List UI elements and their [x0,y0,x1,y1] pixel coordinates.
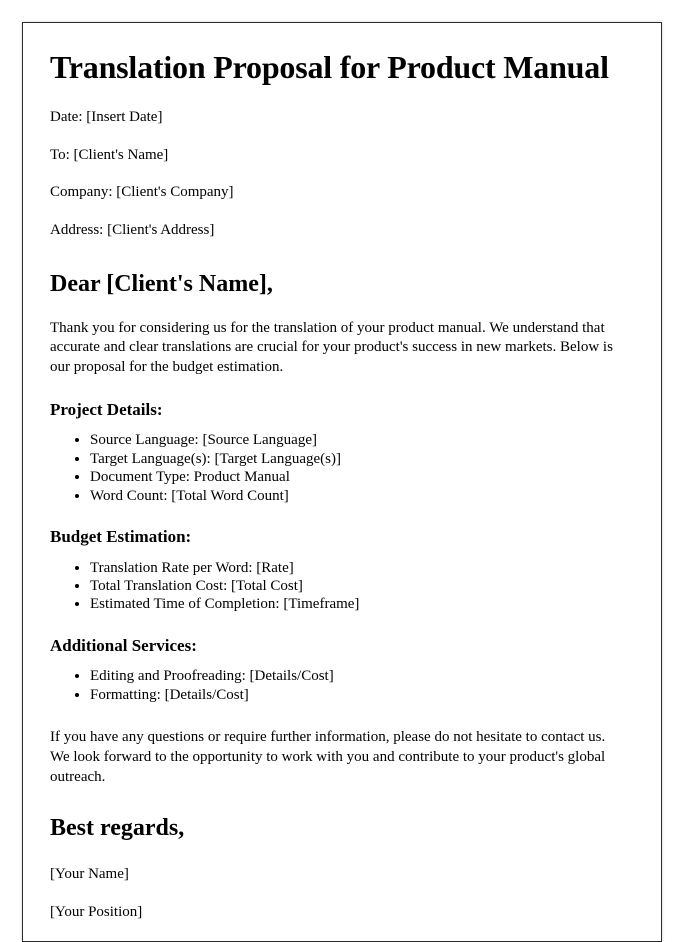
list-item: Total Translation Cost: [Total Cost] [90,577,619,595]
list-item: Target Language(s): [Target Language(s)] [90,450,619,468]
list-item: Source Language: [Source Language] [90,431,619,449]
list-item: Editing and Proofreading: [Details/Cost] [90,667,619,685]
section-heading-project-details: Project Details: [50,399,163,419]
signoff-heading: Best regards, [50,815,185,842]
section-heading-budget-estimation: Budget Estimation: [50,527,192,547]
intro-paragraph: Thank you for considering us for the tra… [50,319,613,376]
list-item: Translation Rate per Word: [Rate] [90,559,619,577]
project-details-list: Source Language: [Source Language] Targe… [50,431,619,505]
document-page: Translation Proposal for Product Manual … [22,22,662,942]
meta-date: Date: [Insert Date] [50,108,163,125]
section-heading-additional-services: Additional Services: [50,635,197,655]
list-item: Formatting: [Details/Cost] [90,686,619,704]
meta-company: Company: [Client's Company] [50,184,234,201]
closing-paragraph: If you have any questions or require fur… [50,729,606,785]
signature-name: [Your Name] [50,866,129,883]
signature-position: [Your Position] [50,904,143,921]
document-body: Translation Proposal for Product Manual … [23,23,661,941]
list-item: Document Type: Product Manual [90,468,619,486]
list-item: Estimated Time of Completion: [Timeframe… [90,595,619,613]
additional-services-list: Editing and Proofreading: [Details/Cost]… [50,667,619,704]
list-item: Word Count: [Total Word Count] [90,487,619,505]
budget-estimation-list: Translation Rate per Word: [Rate] Total … [50,559,619,614]
page-title: Translation Proposal for Product Manual [50,49,609,85]
meta-recipient: To: [Client's Name] [50,146,169,163]
salutation: Dear [Client's Name], [50,270,273,297]
meta-address: Address: [Client's Address] [50,222,215,239]
